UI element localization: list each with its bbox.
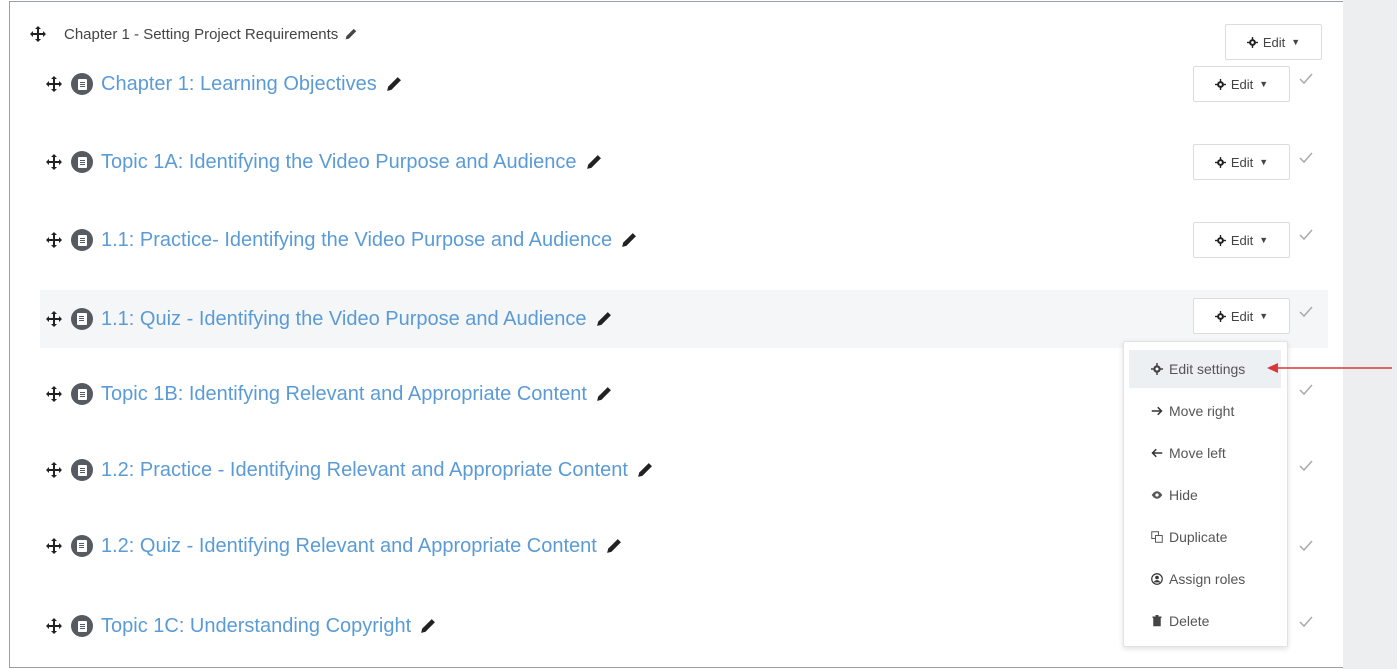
menu-item-label: Delete: [1169, 613, 1210, 629]
activity-edit-button[interactable]: Edit ▼: [1193, 222, 1290, 258]
menu-item-label: Hide: [1169, 487, 1198, 503]
activity-edit-button[interactable]: Edit ▼: [1193, 66, 1290, 102]
menu-item-move-left[interactable]: Move left: [1129, 434, 1281, 472]
gear-icon: [1246, 36, 1258, 48]
activity-link[interactable]: 1.1: Practice- Identifying the Video Pur…: [101, 229, 612, 252]
pencil-icon[interactable]: [595, 386, 612, 403]
gear-icon: [1151, 363, 1163, 375]
completion-check-icon[interactable]: [1299, 73, 1313, 85]
move-icon[interactable]: [46, 311, 62, 327]
quiz-icon: [71, 308, 93, 330]
completion-check-icon[interactable]: [1299, 152, 1313, 164]
edit-label: Edit: [1230, 308, 1254, 324]
move-icon[interactable]: [46, 538, 62, 554]
page-icon: [71, 615, 93, 637]
pencil-icon[interactable]: [595, 311, 612, 328]
trash-icon: [1152, 615, 1162, 627]
gear-icon: [1214, 78, 1226, 90]
pencil-icon[interactable]: [419, 618, 436, 635]
menu-item-hide[interactable]: Hide: [1129, 476, 1281, 514]
gear-icon: [1214, 156, 1226, 168]
edit-label: Edit: [1230, 154, 1254, 170]
activity-row: 1.1: Practice- Identifying the Video Pur…: [40, 210, 1328, 270]
activity-edit-button[interactable]: Edit ▼: [1193, 298, 1290, 334]
page-icon: [71, 229, 93, 251]
edit-label: Edit: [1230, 232, 1254, 248]
activity-row: Topic 1A: Identifying the Video Purpose …: [40, 132, 1328, 192]
menu-item-label: Duplicate: [1169, 529, 1228, 545]
caret-down-icon: ▼: [1259, 311, 1269, 321]
page-icon: [71, 73, 93, 95]
completion-check-icon[interactable]: [1299, 384, 1313, 396]
menu-item-label: Move left: [1169, 445, 1226, 461]
activity-row: Chapter 1: Learning Objectives: [40, 54, 1328, 114]
completion-check-icon[interactable]: [1299, 616, 1313, 628]
page-icon: [71, 151, 93, 173]
move-icon[interactable]: [46, 618, 62, 634]
pencil-icon[interactable]: [620, 232, 637, 249]
eye-icon: [1151, 491, 1163, 499]
menu-item-edit-settings[interactable]: Edit settings: [1129, 350, 1281, 388]
duplicate-icon: [1151, 531, 1163, 543]
completion-check-icon[interactable]: [1299, 229, 1313, 241]
menu-item-label: Edit settings: [1169, 361, 1246, 377]
move-icon[interactable]: [46, 76, 62, 92]
pencil-icon[interactable]: [385, 76, 402, 93]
pencil-icon[interactable]: [605, 538, 622, 555]
arrow-right-icon: [1151, 406, 1163, 416]
menu-item-label: Move right: [1169, 403, 1235, 419]
annotation-arrow: [1267, 363, 1392, 373]
caret-down-icon: ▼: [1259, 235, 1269, 245]
menu-item-move-right[interactable]: Move right: [1129, 392, 1281, 430]
activity-link[interactable]: Topic 1A: Identifying the Video Purpose …: [101, 151, 577, 174]
gear-icon: [1214, 234, 1226, 246]
edit-label: Edit: [1262, 34, 1286, 50]
section-title[interactable]: Chapter 1 - Setting Project Requirements: [64, 26, 338, 43]
menu-item-label: Assign roles: [1169, 571, 1246, 587]
caret-down-icon: ▼: [1259, 79, 1269, 89]
move-icon[interactable]: [30, 26, 46, 42]
activity-edit-button[interactable]: Edit ▼: [1193, 144, 1290, 180]
activity-link[interactable]: Chapter 1: Learning Objectives: [101, 73, 377, 96]
activity-link[interactable]: Topic 1C: Understanding Copyright: [101, 615, 411, 638]
menu-item-assign-roles[interactable]: Assign roles: [1129, 560, 1281, 598]
menu-item-duplicate[interactable]: Duplicate: [1129, 518, 1281, 556]
page-icon: [71, 383, 93, 405]
move-icon[interactable]: [46, 386, 62, 402]
activity-link[interactable]: 1.1: Quiz - Identifying the Video Purpos…: [101, 308, 587, 331]
completion-check-icon[interactable]: [1299, 306, 1313, 318]
edit-dropdown-menu: Edit settings Move right Move left Hide …: [1123, 341, 1288, 647]
section-header: Chapter 1 - Setting Project Requirements: [30, 22, 357, 46]
move-icon[interactable]: [46, 154, 62, 170]
move-icon[interactable]: [46, 462, 62, 478]
pencil-icon[interactable]: [344, 28, 357, 41]
pencil-icon[interactable]: [585, 154, 602, 171]
activity-link[interactable]: Topic 1B: Identifying Relevant and Appro…: [101, 383, 587, 406]
activity-row: 1.1: Quiz - Identifying the Video Purpos…: [40, 290, 1328, 348]
menu-item-delete[interactable]: Delete: [1129, 602, 1281, 640]
gear-icon: [1214, 310, 1226, 322]
pencil-icon[interactable]: [636, 462, 653, 479]
caret-down-icon: ▼: [1291, 37, 1301, 47]
quiz-icon: [71, 535, 93, 557]
right-gutter: [1343, 0, 1397, 669]
arrow-left-icon: [1151, 448, 1163, 458]
caret-down-icon: ▼: [1259, 157, 1269, 167]
completion-check-icon[interactable]: [1299, 460, 1313, 472]
user-circle-icon: [1151, 573, 1163, 585]
move-icon[interactable]: [46, 232, 62, 248]
page-icon: [71, 459, 93, 481]
completion-check-icon[interactable]: [1299, 540, 1313, 552]
activity-link[interactable]: 1.2: Practice - Identifying Relevant and…: [101, 459, 628, 482]
activity-link[interactable]: 1.2: Quiz - Identifying Relevant and App…: [101, 535, 597, 558]
edit-label: Edit: [1230, 76, 1254, 92]
